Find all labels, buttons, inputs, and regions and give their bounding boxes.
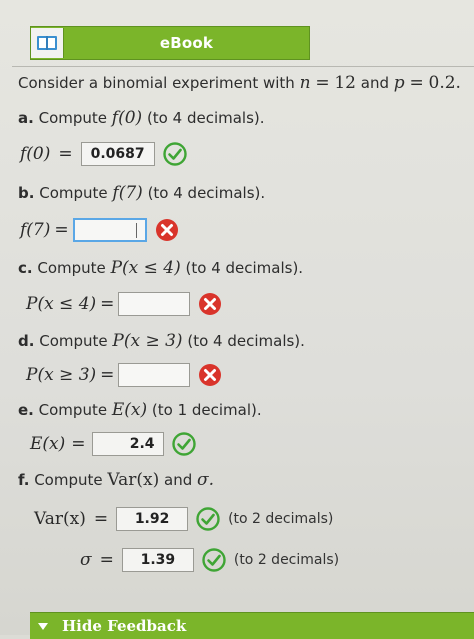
question-text: Compute xyxy=(34,471,103,489)
answer-row-b: f(7) = xyxy=(20,218,179,242)
question-expression: P(x ≥ 3) xyxy=(112,331,183,351)
equals-sign: = xyxy=(54,220,69,240)
answer-label: f(7) xyxy=(20,220,51,240)
n-value: 12 xyxy=(334,73,356,93)
question-text: Compute xyxy=(38,401,108,419)
answer-label: Var(x) xyxy=(34,509,86,529)
checkmark-icon xyxy=(202,548,226,572)
error-x-icon xyxy=(199,293,222,315)
part-letter: c. xyxy=(18,259,33,277)
question-text: Compute xyxy=(37,259,106,277)
question-suffix: (to 4 decimals). xyxy=(185,259,304,277)
answer-label: P(x ≥ 3) xyxy=(26,365,97,385)
answer-input-a[interactable]: 0.0687 xyxy=(80,142,155,166)
std-dev-input[interactable]: 1.39 xyxy=(121,548,194,572)
answer-input-d[interactable] xyxy=(118,363,191,387)
question-d: d. Compute P(x ≥ 3) (to 4 decimals). xyxy=(18,331,305,351)
answer-input-e[interactable]: 2.4 xyxy=(91,432,164,456)
equals-sign: = xyxy=(71,434,86,454)
divider xyxy=(12,66,474,67)
error-x-icon xyxy=(155,219,178,241)
question-suffix: (to 4 decimals). xyxy=(146,109,265,127)
error-x-icon xyxy=(199,364,222,386)
equals-sign: = xyxy=(93,509,109,529)
answer-row-sd: σ = 1.39 (to 2 decimals) xyxy=(80,548,339,572)
and-text: and xyxy=(164,471,193,489)
part-letter: d. xyxy=(18,332,35,350)
p-symbol: p xyxy=(393,73,405,93)
question-a: a. Compute f(0) (to 4 decimals). xyxy=(18,108,265,128)
question-text: Compute xyxy=(39,332,108,350)
ebook-label: eBook xyxy=(159,34,214,52)
equals-sign: = xyxy=(315,73,330,93)
text-caret xyxy=(136,222,138,238)
checkmark-icon xyxy=(162,142,187,166)
question-suffix: (to 4 decimals). xyxy=(187,332,305,350)
intro-text: Consider a binomial experiment with xyxy=(18,74,295,92)
book-icon xyxy=(37,36,57,50)
checkmark-icon xyxy=(196,507,220,531)
precision-note: (to 2 decimals) xyxy=(233,552,340,568)
part-letter: a. xyxy=(18,109,34,127)
question-e: e. Compute E(x) (to 1 decimal). xyxy=(18,400,262,420)
question-expression: f(0) xyxy=(111,108,143,128)
equals-sign: = xyxy=(99,550,114,570)
part-letter: f. xyxy=(18,471,30,489)
ebook-icon-box xyxy=(31,28,64,58)
n-symbol: n xyxy=(299,73,311,93)
question-text: Compute xyxy=(38,109,108,127)
answer-input-c[interactable] xyxy=(118,292,191,316)
answer-label: σ xyxy=(80,550,92,570)
equals-sign: = xyxy=(100,294,115,314)
sigma-symbol: σ. xyxy=(197,470,215,490)
answer-input-b[interactable] xyxy=(72,218,147,242)
triangle-down-icon xyxy=(38,622,48,630)
question-suffix: (to 4 decimals). xyxy=(147,184,266,202)
question-c: c. Compute P(x ≤ 4) (to 4 decimals). xyxy=(18,258,303,278)
question-text: Compute xyxy=(39,184,108,202)
question-expression: P(x ≤ 4) xyxy=(110,258,181,278)
equals-sign: = xyxy=(100,365,115,385)
question-b: b. Compute f(7) (to 4 decimals). xyxy=(18,183,265,203)
answer-label: E(x) xyxy=(30,434,66,454)
answer-row-a: f(0) = 0.0687 xyxy=(20,142,187,166)
answer-row-e: E(x) = 2.4 xyxy=(30,432,196,456)
answer-row-var: Var(x) = 1.92 (to 2 decimals) xyxy=(34,507,333,531)
and-text: and xyxy=(360,74,390,92)
answer-label: f(0) xyxy=(20,144,51,164)
variance-input[interactable]: 1.92 xyxy=(116,507,189,531)
answer-row-d: P(x ≥ 3) = xyxy=(26,363,222,387)
answer-label: P(x ≤ 4) xyxy=(26,294,97,314)
answer-row-c: P(x ≤ 4) = xyxy=(26,292,222,316)
equals-sign: = xyxy=(58,144,73,164)
part-letter: e. xyxy=(18,401,34,419)
p-value: 0.2. xyxy=(428,73,461,93)
question-f: f. Compute Var(x) and σ. xyxy=(18,470,214,490)
question-expression: f(7) xyxy=(112,183,143,203)
question-expression: E(x) xyxy=(111,400,148,420)
question-suffix: (to 1 decimal). xyxy=(151,401,262,419)
question-expression: Var(x) xyxy=(107,470,160,490)
checkmark-icon xyxy=(171,432,196,456)
page: eBook Consider a binomial experiment wit… xyxy=(0,0,474,639)
equals-sign: = xyxy=(409,73,424,93)
problem-statement: Consider a binomial experiment with n = … xyxy=(18,73,461,93)
part-letter: b. xyxy=(18,184,35,202)
precision-note: (to 2 decimals) xyxy=(228,511,334,527)
ebook-button[interactable]: eBook xyxy=(30,26,310,60)
hide-feedback-label: Hide Feedback xyxy=(62,617,187,635)
